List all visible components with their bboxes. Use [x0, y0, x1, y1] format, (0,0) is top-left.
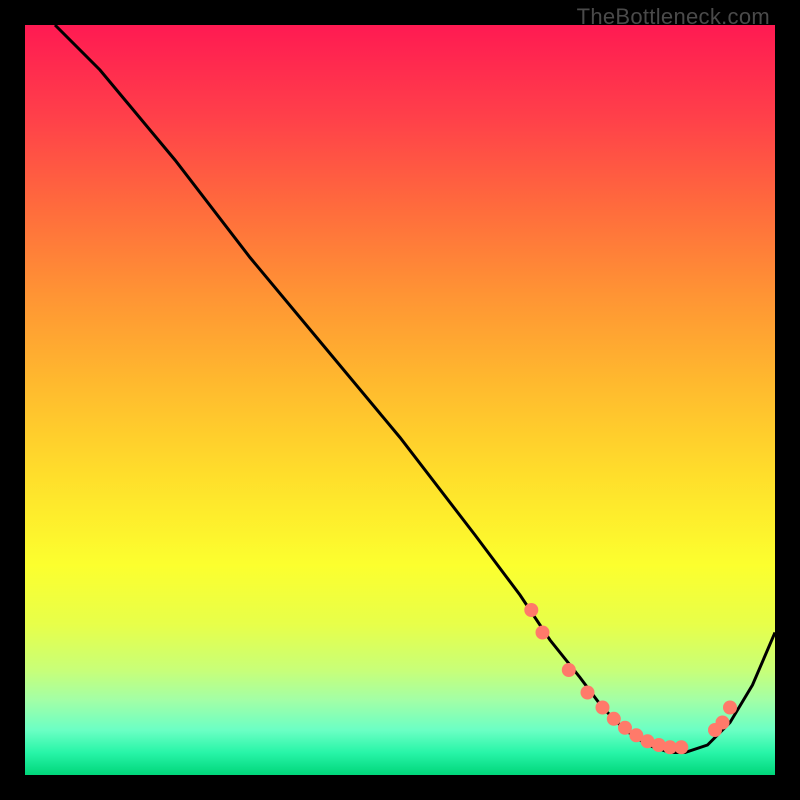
marker-dot — [562, 663, 576, 677]
marker-group — [524, 603, 737, 754]
chart-wrapper: TheBottleneck.com — [0, 0, 800, 800]
marker-dot — [716, 716, 730, 730]
curve-svg — [25, 25, 775, 775]
marker-dot — [723, 701, 737, 715]
marker-dot — [536, 626, 550, 640]
marker-dot — [674, 740, 688, 754]
marker-dot — [596, 701, 610, 715]
marker-dot — [581, 686, 595, 700]
marker-dot — [607, 712, 621, 726]
marker-dot — [524, 603, 538, 617]
bottleneck-curve — [55, 25, 775, 753]
plot-area — [25, 25, 775, 775]
